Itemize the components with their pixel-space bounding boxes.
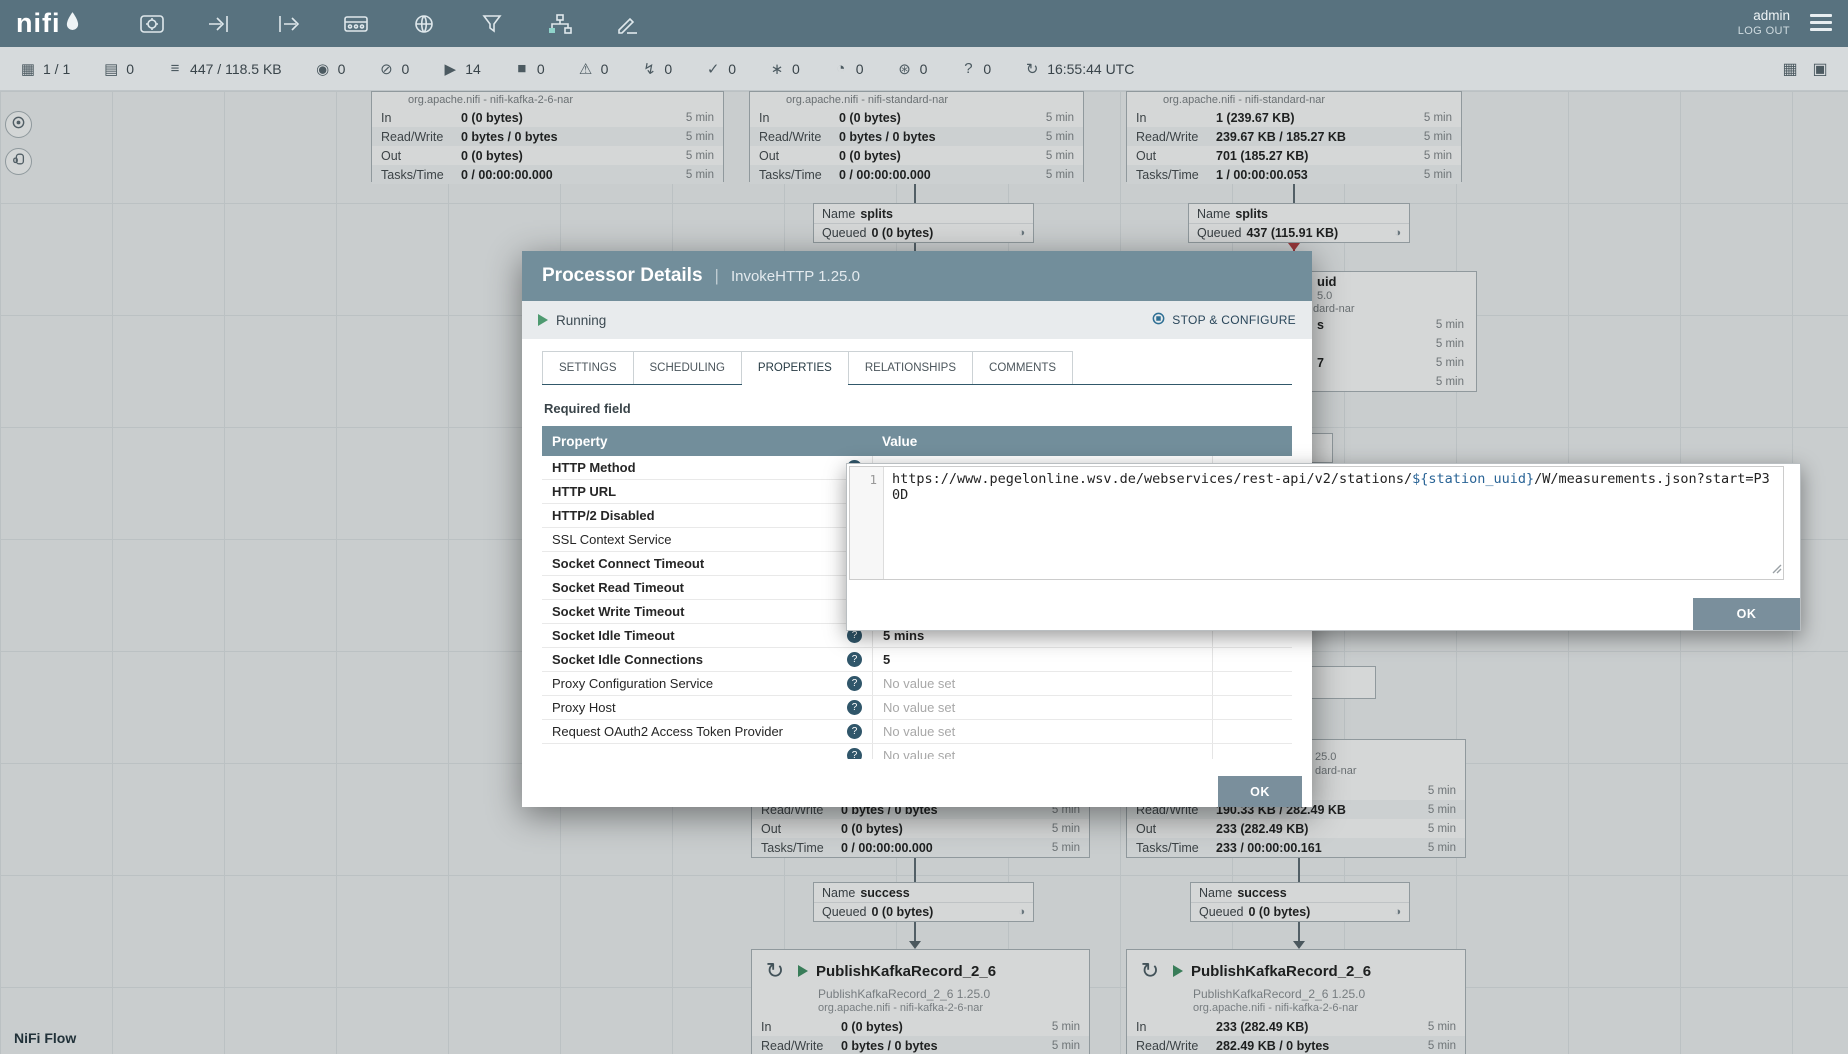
editor-content[interactable]: https://www.pegelonline.wsv.de/webservic…	[884, 467, 1783, 579]
locally-modified-icon: ∗	[769, 60, 785, 78]
current-user: admin	[1738, 8, 1790, 25]
help-icon[interactable]: ?	[847, 676, 862, 691]
cluster-status: ▦ 1 / 1	[20, 60, 70, 78]
stale-icon: ◔	[833, 60, 849, 77]
tab-settings[interactable]: SETTINGS	[542, 351, 634, 384]
running-icon: ▶	[442, 60, 458, 78]
invalid-icon: ⚠	[578, 60, 594, 78]
label-icon[interactable]	[612, 11, 644, 37]
logo-text: nifi	[16, 8, 61, 39]
transmitting-status: ◉ 0	[315, 60, 346, 78]
processor-icon[interactable]	[136, 11, 168, 37]
property-value[interactable]: No value set	[872, 672, 1212, 695]
tab-comments[interactable]: COMMENTS	[972, 351, 1073, 384]
tab-relationships[interactable]: RELATIONSHIPS	[848, 351, 973, 384]
queued-icon: ≡	[167, 60, 183, 77]
stopped-icon: ■	[514, 60, 530, 77]
refresh-icon[interactable]: ↻	[1024, 60, 1040, 78]
tab-properties[interactable]: PROPERTIES	[741, 351, 849, 384]
input-port-icon[interactable]	[204, 11, 236, 37]
dialog-subtitle: InvokeHTTP 1.25.0	[731, 268, 860, 285]
tab-scheduling[interactable]: SCHEDULING	[633, 351, 742, 384]
stale-status: ◔ 0	[833, 60, 864, 77]
remote-process-group-icon[interactable]	[408, 11, 440, 37]
property-row: Socket Idle Connections? 5	[542, 648, 1292, 672]
property-value[interactable]: No value set	[872, 696, 1212, 719]
property-value[interactable]: No value set	[872, 744, 1212, 759]
invalid-status: ⚠ 0	[578, 60, 609, 78]
properties-table-header: Property Value	[542, 426, 1292, 456]
output-port-icon[interactable]	[272, 11, 304, 37]
property-value-editor: 1 https://www.pegelonline.wsv.de/webserv…	[846, 463, 1801, 631]
property-row: ? No value set	[542, 744, 1292, 759]
line-number: 1	[869, 472, 877, 487]
help-icon[interactable]: ?	[847, 700, 862, 715]
dialog-ok-button[interactable]: OK	[1218, 776, 1302, 807]
panel-icon[interactable]: ▣	[1812, 59, 1828, 79]
sync-failure-icon: ?	[960, 60, 976, 77]
stop-and-configure-button[interactable]: STOP & CONFIGURE	[1151, 311, 1296, 329]
editor-ok-button[interactable]: OK	[1693, 598, 1800, 630]
property-row: Request OAuth2 Access Token Provider? No…	[542, 720, 1292, 744]
not-transmitting-icon: ⊘	[378, 60, 394, 78]
dialog-header: Processor Details | InvokeHTTP 1.25.0	[522, 251, 1312, 301]
dialog-title: Processor Details	[542, 265, 703, 287]
last-refreshed: ↻ 16:55:44 UTC	[1024, 60, 1134, 78]
app-header: nifi admin LOG OU	[0, 0, 1848, 47]
stopped-status: ■ 0	[514, 60, 545, 77]
property-row: Proxy Configuration Service? No value se…	[542, 672, 1292, 696]
nifi-logo: nifi	[16, 8, 80, 39]
run-state-label: Running	[556, 313, 606, 328]
nifi-drop-icon	[65, 8, 80, 39]
flow-status-bar: ▦ 1 / 1 ▤ 0 ≡ 447 / 118.5 KB ◉ 0 ⊘ 0 ▶ 1…	[0, 47, 1848, 91]
locally-modified-status: ∗ 0	[769, 60, 800, 78]
expression-editor: 1 https://www.pegelonline.wsv.de/webserv…	[849, 466, 1784, 580]
funnel-icon[interactable]	[476, 11, 508, 37]
resize-handle[interactable]	[1771, 562, 1782, 578]
locally-modified-stale-status: ⊛ 0	[897, 60, 928, 78]
property-value[interactable]: No value set	[872, 720, 1212, 743]
stop-configure-icon	[1151, 311, 1166, 329]
threads-icon: ▤	[103, 60, 119, 78]
help-icon[interactable]: ?	[847, 724, 862, 739]
locally-modified-stale-icon: ⊛	[897, 60, 913, 78]
transmitting-icon: ◉	[315, 60, 331, 78]
sync-failure-status: ? 0	[960, 60, 991, 77]
user-box: admin LOG OUT	[1738, 8, 1790, 39]
property-row: Proxy Host? No value set	[542, 696, 1292, 720]
grid-icon[interactable]: ▦	[1782, 59, 1798, 79]
line-number-gutter: 1	[850, 467, 884, 579]
running-state-icon	[538, 314, 548, 326]
logout-link[interactable]: LOG OUT	[1738, 25, 1790, 39]
help-icon[interactable]: ?	[847, 748, 862, 759]
cluster-icon: ▦	[20, 60, 36, 78]
nifi-screen: nifi admin LOG OU	[0, 0, 1848, 1054]
queued-status: ≡ 447 / 118.5 KB	[167, 60, 282, 77]
help-icon[interactable]: ?	[847, 652, 862, 667]
required-field-note: Required field	[544, 401, 1292, 416]
global-menu-icon[interactable]	[1810, 14, 1832, 35]
dialog-status-row: Running STOP & CONFIGURE	[522, 301, 1312, 339]
dialog-tabs: SETTINGS SCHEDULING PROPERTIES RELATIONS…	[542, 351, 1292, 385]
process-group-icon[interactable]	[340, 11, 372, 37]
expression-language-token: ${station_uuid}	[1412, 471, 1534, 487]
property-value[interactable]: 5	[872, 648, 1212, 671]
active-threads-status: ▤ 0	[103, 60, 134, 78]
not-transmitting-status: ⊘ 0	[378, 60, 409, 78]
template-icon[interactable]	[544, 11, 576, 37]
component-toolbar	[136, 11, 644, 37]
up-to-date-icon: ✓	[705, 60, 721, 78]
disabled-icon: ↯	[641, 60, 657, 78]
up-to-date-status: ✓ 0	[705, 60, 736, 78]
disabled-status: ↯ 0	[641, 60, 672, 78]
running-status: ▶ 14	[442, 60, 481, 78]
